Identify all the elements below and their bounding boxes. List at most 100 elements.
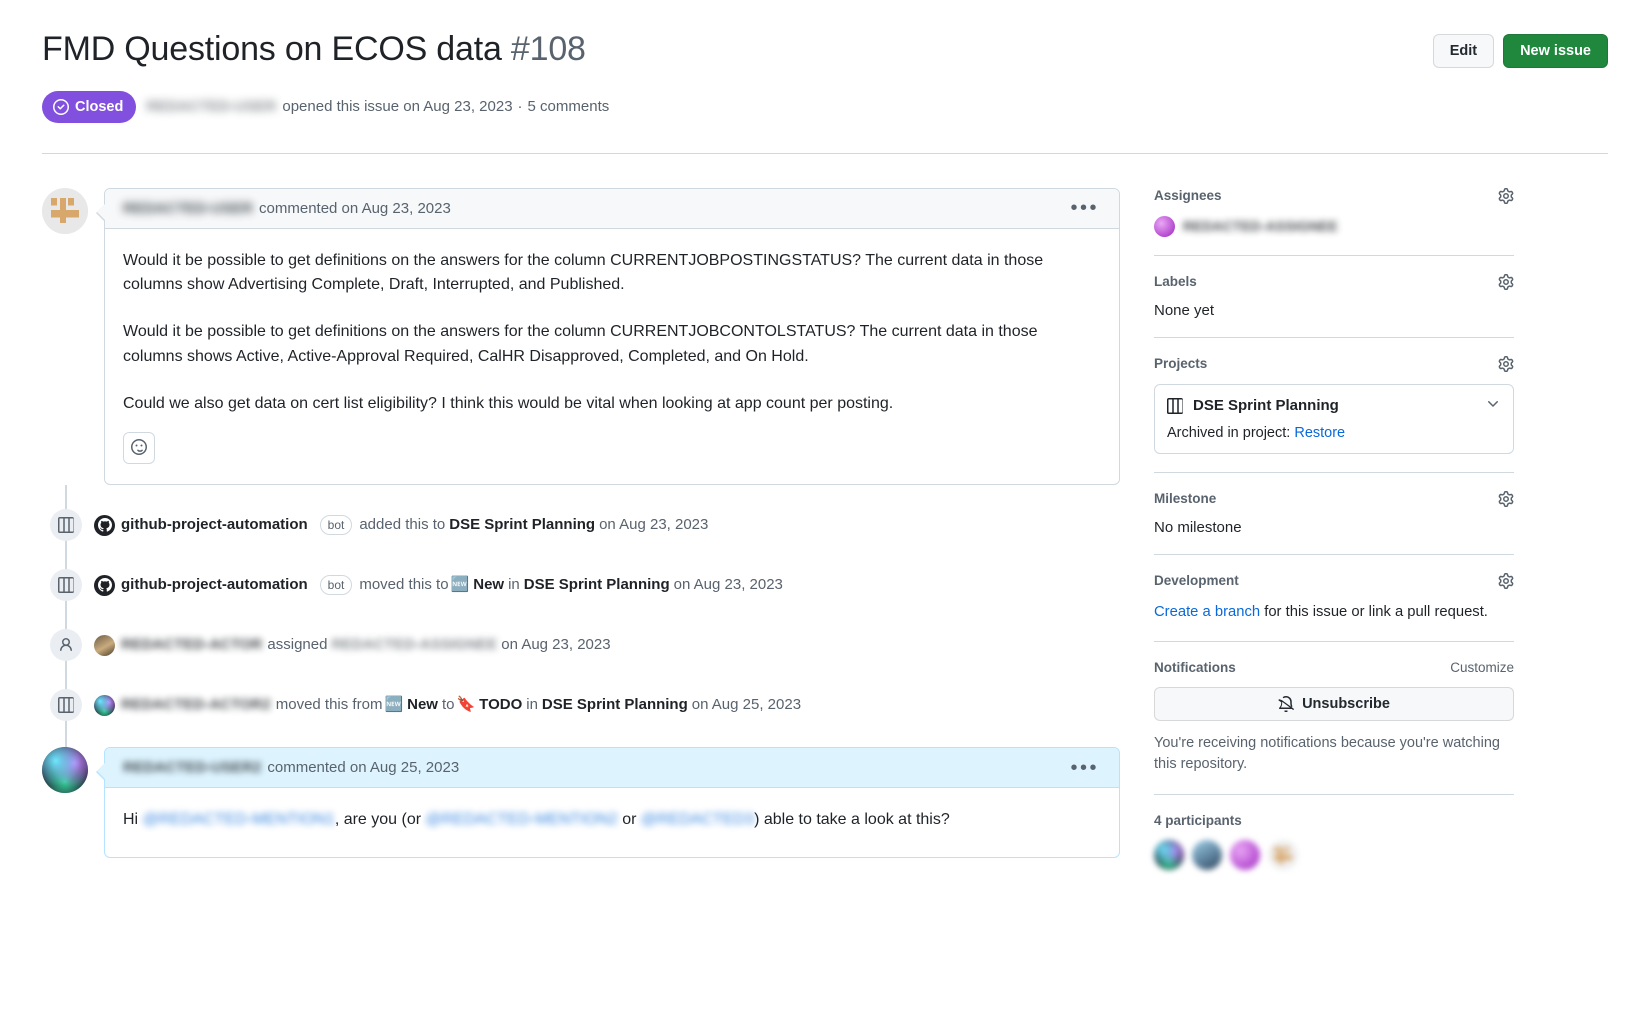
participant-avatar[interactable] — [1268, 840, 1298, 871]
event-actor[interactable]: github-project-automation — [121, 574, 308, 596]
event-target[interactable]: DSE Sprint Planning — [449, 514, 595, 536]
gear-icon[interactable] — [1498, 187, 1514, 204]
timeline-event: REDACTED-ACTOR2 moved this from 🆕 New to… — [42, 675, 1120, 735]
closed-check-icon — [53, 98, 69, 115]
new-emoji-icon: 🆕 — [450, 576, 470, 594]
text-start: Hi — [123, 811, 139, 829]
event-text: github-project-automation bot moved this… — [94, 574, 783, 596]
comment-byline: REDACTED-USER2 commented on Aug 25, 2023 — [123, 759, 459, 776]
assignee-avatar — [1154, 215, 1175, 237]
comment-author[interactable]: REDACTED-USER2 — [123, 759, 261, 776]
event-actor[interactable]: REDACTED-ACTOR — [121, 634, 262, 656]
event-target[interactable]: DSE Sprint Planning — [542, 694, 688, 716]
event-date: on Aug 25, 2023 — [691, 696, 802, 714]
participants-avatars — [1154, 840, 1514, 871]
timeline-events: github-project-automation bot added this… — [42, 485, 1120, 792]
header-divider — [42, 152, 1608, 154]
projects-title: Projects — [1154, 356, 1208, 371]
create-branch-link[interactable]: Create a branch — [1154, 604, 1260, 620]
comment-box: REDACTED-USER commented on Aug 23, 2023 … — [96, 187, 1120, 486]
event-assignee[interactable]: REDACTED-ASSIGNEE — [331, 634, 497, 656]
user-mention[interactable]: @REDACTED3 — [641, 811, 754, 828]
bot-badge: bot — [319, 575, 353, 596]
sidebar-section-projects: Projects DSE Sprint Planning Archived in… — [1154, 336, 1514, 472]
comment-paragraph: Would it be possible to get definitions … — [123, 323, 1038, 365]
gear-icon[interactable] — [1498, 273, 1514, 290]
project-board-icon — [50, 509, 82, 542]
participant-avatar[interactable] — [1230, 840, 1260, 871]
avatar[interactable] — [42, 187, 88, 234]
customize-link[interactable]: Customize — [1450, 660, 1514, 675]
user-avatar[interactable] — [94, 634, 115, 656]
github-avatar-icon — [94, 514, 115, 536]
timeline-event: REDACTED-ACTOR assigned REDACTED-ASSIGNE… — [42, 615, 1120, 675]
issue-page: FMD Questions on ECOS data #108 Edit New… — [0, 0, 1650, 888]
edit-button[interactable]: Edit — [1432, 34, 1495, 68]
user-mention[interactable]: @REDACTED-MENTION2 — [426, 811, 618, 828]
user-mention[interactable]: @REDACTED-MENTION1 — [143, 811, 335, 828]
gear-icon[interactable] — [1498, 490, 1514, 507]
issue-number: #108 — [510, 30, 586, 68]
comment-author[interactable]: REDACTED-USER — [123, 200, 253, 217]
sidebar-section-header: Projects — [1154, 355, 1514, 372]
comment-body: Hi @REDACTED-MENTION1, are you (or @REDA… — [105, 788, 1119, 857]
chevron-down-icon[interactable] — [1485, 396, 1501, 416]
milestone-value: No milestone — [1154, 518, 1242, 536]
issue-byline: REDACTED-USER opened this issue on Aug 2… — [146, 98, 609, 115]
comment-menu-icon[interactable]: ••• — [1068, 198, 1101, 218]
restore-link[interactable]: Restore — [1294, 425, 1345, 441]
event-in-word: in — [508, 576, 520, 594]
sidebar-section-header: Notifications Customize — [1154, 660, 1514, 675]
unsubscribe-button[interactable]: Unsubscribe — [1154, 686, 1514, 721]
event-target[interactable]: DSE Sprint Planning — [524, 574, 670, 596]
gear-icon[interactable] — [1498, 572, 1514, 589]
sidebar-section-header: Milestone — [1154, 490, 1514, 507]
issue-author[interactable]: REDACTED-USER — [146, 98, 276, 115]
development-text: Create a branch for this issue or link a… — [1154, 601, 1514, 623]
smiley-icon — [131, 438, 147, 458]
gear-icon[interactable] — [1498, 355, 1514, 372]
new-issue-button[interactable]: New issue — [1503, 34, 1608, 68]
sidebar-section-assignees: Assignees REDACTED-ASSIGNEE — [1154, 187, 1514, 255]
avatar[interactable] — [42, 747, 88, 794]
project-board-icon — [50, 569, 82, 602]
event-actor[interactable]: github-project-automation — [121, 514, 308, 536]
todo-emoji-icon: 🔖 — [456, 696, 476, 714]
project-name[interactable]: DSE Sprint Planning — [1193, 397, 1339, 414]
assignee-row[interactable]: REDACTED-ASSIGNEE — [1154, 215, 1514, 237]
issue-layout: REDACTED-USER commented on Aug 23, 2023 … — [42, 187, 1608, 889]
event-column-from: New — [407, 696, 438, 714]
status-badge-label: Closed — [75, 98, 124, 115]
sidebar-section-development: Development Create a branch for this iss… — [1154, 553, 1514, 641]
issue-header: FMD Questions on ECOS data #108 Edit New… — [42, 26, 1608, 154]
event-text: REDACTED-ACTOR assigned REDACTED-ASSIGNE… — [94, 634, 611, 656]
identicon-avatar-image — [42, 187, 88, 234]
sidebar-section-header: Labels — [1154, 273, 1514, 290]
event-column-to: New — [473, 576, 505, 594]
text-mid: or — [622, 811, 637, 829]
milestone-title: Milestone — [1154, 491, 1217, 506]
labels-title: Labels — [1154, 274, 1197, 289]
event-to-word: to — [441, 696, 455, 714]
notifications-title: Notifications — [1154, 659, 1236, 675]
page-title: FMD Questions on ECOS data #108 — [42, 26, 586, 71]
event-verb: assigned — [267, 636, 328, 654]
event-actor[interactable]: REDACTED-ACTOR2 — [121, 694, 271, 716]
header-actions: Edit New issue — [1432, 26, 1608, 68]
user-avatar[interactable] — [94, 694, 115, 716]
sidebar-section-header: Development — [1154, 572, 1514, 589]
comment-menu-icon[interactable]: ••• — [1068, 758, 1101, 778]
participant-avatar[interactable] — [1192, 840, 1222, 871]
project-board-icon — [50, 689, 82, 722]
timeline-event: github-project-automation bot moved this… — [42, 555, 1120, 615]
event-verb: moved this from — [275, 696, 383, 714]
notifications-note: You're receiving notifications because y… — [1154, 734, 1500, 773]
text-end: ) able to take a look at this? — [754, 811, 950, 829]
add-reaction-button[interactable] — [123, 432, 155, 465]
event-date: on Aug 23, 2023 — [599, 516, 709, 534]
github-avatar-icon — [94, 574, 115, 596]
assignee-name[interactable]: REDACTED-ASSIGNEE — [1183, 218, 1338, 234]
participant-avatar[interactable] — [1154, 840, 1184, 871]
comment-body: Would it be possible to get definitions … — [105, 229, 1119, 485]
assignees-title: Assignees — [1154, 188, 1222, 203]
